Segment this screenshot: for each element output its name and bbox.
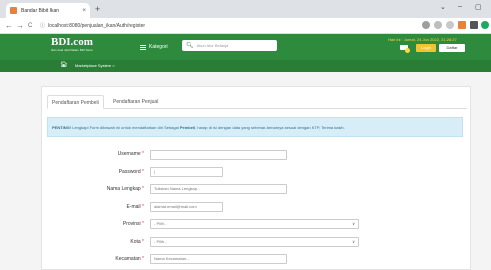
nama-lengkap-label: Nama Lengkap * [106, 186, 144, 192]
alert-text-end: , harap di isi dengan data yang sebenar-… [195, 125, 345, 130]
maximize-button[interactable]: ▢ [475, 3, 482, 11]
required-mark: * [142, 151, 144, 157]
tab-pendaftaran-pembeli[interactable]: Pendaftaran Pembeli [47, 95, 104, 109]
tab-title: Bandar Bibit Ikan [21, 7, 60, 14]
puzzle-icon[interactable] [470, 21, 478, 29]
site-logo[interactable]: BDI.com Ikan Asal Jadi Dalam BDI Store [51, 36, 93, 53]
required-mark: * [142, 169, 144, 175]
provinsi-label: Provinsi * [122, 221, 144, 227]
username-field[interactable] [150, 150, 287, 160]
browser-tabbar: Bandar Bibit Ikan × + ⌄ – ▢ [0, 0, 491, 18]
close-tab-icon[interactable]: × [82, 8, 86, 14]
kecamatan-field[interactable]: Nama Kecamatan... [150, 254, 287, 264]
kota-label: Kota * [130, 239, 144, 245]
url-field[interactable]: ⓘ localhost:8080/penjualan_ikan/Auth/regi… [40, 22, 145, 29]
address-bar-row: ← → C ⓘ localhost:8080/penjualan_ikan/Aut… [0, 18, 491, 34]
required-mark: * [142, 204, 144, 210]
logo-main: BDI.com [51, 36, 93, 48]
profile-icon[interactable] [481, 21, 489, 29]
search-placeholder: Akun Alur Belanja [196, 43, 229, 48]
provinsi-select[interactable]: - Pilih - ∨ [150, 219, 359, 229]
menu-icon [140, 44, 146, 50]
minimize-button[interactable]: – [458, 3, 462, 10]
reload-button[interactable]: C [28, 20, 32, 32]
logo-tagline: Ikan Asal Jadi Dalam BDI Store [51, 48, 93, 52]
email-label: E-mail * [126, 204, 144, 210]
username-label: Username * [117, 151, 144, 157]
search-icon: 🔍︎ [186, 43, 194, 49]
required-mark: * [142, 256, 144, 262]
required-mark: * [142, 239, 144, 245]
home-icon[interactable]: 🏠︎ [60, 62, 68, 69]
email-field[interactable]: alamat.email@mail.com [150, 202, 223, 212]
kategori-button[interactable]: Kategori [140, 44, 168, 50]
new-tab-button[interactable]: + [95, 3, 100, 15]
current-datetime: Hari ini : Jumat, 24 Jun 2022, 21:28:27 [388, 37, 457, 42]
required-mark: * [142, 186, 144, 192]
extension-icon[interactable] [458, 21, 466, 29]
chevron-down-icon: ∨ [352, 239, 355, 244]
bookmark-icon[interactable] [434, 21, 442, 29]
password-label: Password * [118, 169, 144, 175]
share-icon[interactable] [422, 21, 430, 29]
daftar-button[interactable]: Daftar [439, 44, 465, 52]
favicon-icon [10, 7, 17, 14]
alert-strong: PENTING! [52, 125, 72, 130]
info-icon[interactable]: ⓘ [40, 23, 45, 29]
kota-select[interactable]: - Pilih - ∨ [150, 237, 359, 247]
nama-lengkap-field[interactable]: Tuliskan Nama Lengkap... [150, 184, 287, 194]
tab-pendaftaran-penjual[interactable]: Pendaftaran Penjual [109, 95, 162, 109]
registration-tabs: Pendaftaran Pembeli Pendaftaran Penjual [47, 95, 467, 109]
login-button[interactable]: Login [416, 44, 436, 52]
chevron-down-icon: ∨ [352, 221, 355, 226]
search-input[interactable]: 🔍︎ Akun Alur Belanja [182, 40, 277, 51]
back-button[interactable]: ← [5, 20, 13, 32]
password-field[interactable]: | [150, 167, 223, 177]
kota-value: - Pilih - [154, 239, 167, 244]
cart-icon[interactable] [398, 43, 410, 53]
forward-button[interactable]: → [16, 20, 24, 32]
info-alert: PENTING! Lengkapi Form dibawah ini untuk… [47, 117, 463, 137]
kategori-label: Kategori [149, 44, 168, 50]
sub-navigation [0, 60, 491, 72]
marketplace-link[interactable]: Marketplace System > [75, 63, 115, 68]
cart-badge [405, 48, 410, 53]
browser-tab[interactable]: Bandar Bibit Ikan × [6, 3, 90, 18]
alert-text: Lengkapi Form dibawah ini untuk mendafta… [71, 125, 180, 130]
tab-search-icon[interactable]: ⌄ [440, 3, 446, 11]
star-icon[interactable] [446, 21, 454, 29]
required-mark: * [142, 221, 144, 227]
alert-strong-role: Pembeli [179, 125, 196, 130]
kecamatan-label: Kecamatan * [115, 256, 144, 262]
provinsi-value: - Pilih - [154, 221, 167, 226]
url-text: localhost:8080/penjualan_ikan/Auth/regis… [48, 23, 146, 29]
